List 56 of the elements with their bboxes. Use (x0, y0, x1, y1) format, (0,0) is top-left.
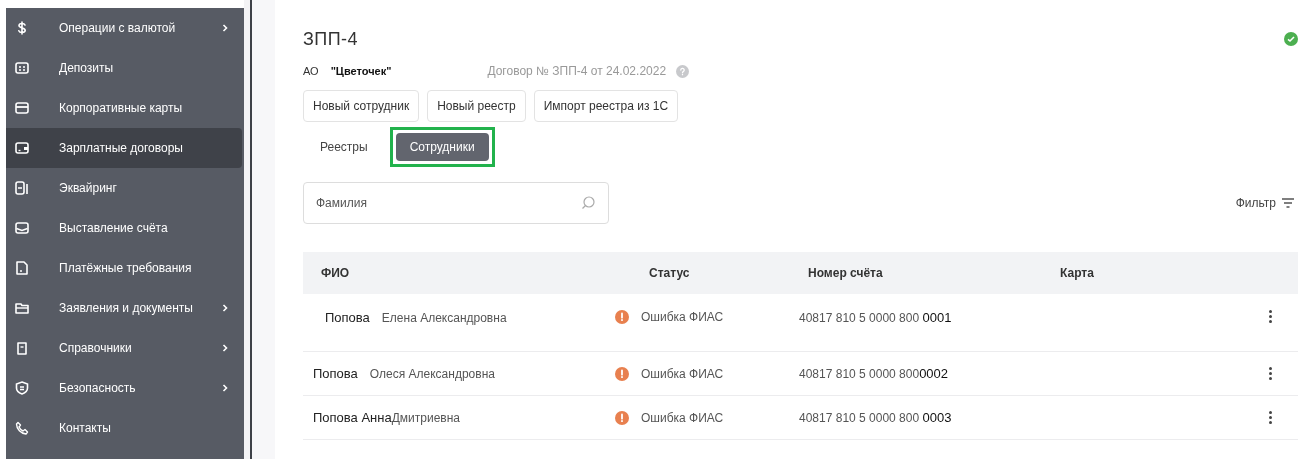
status-text: Ошибка ФИАС (641, 365, 724, 383)
folder-icon (15, 301, 29, 315)
error-icon (615, 366, 629, 381)
shield-icon (15, 381, 29, 395)
action-button[interactable]: Новый сотрудник (303, 90, 420, 122)
given-names-text: Елена Александровна (381, 310, 507, 327)
surname-text: Попова (325, 309, 370, 327)
page-title: ЗПП-4 (303, 27, 358, 51)
error-icon (615, 410, 629, 425)
terminal-icon (15, 181, 29, 195)
book-icon (15, 341, 29, 355)
surname-text: Попова (313, 364, 358, 383)
deposit-icon (15, 61, 29, 75)
tab[interactable]: Сотрудники (395, 133, 489, 161)
sidebar-item[interactable]: Корпоративные карты (6, 88, 242, 128)
sidebar-item[interactable]: Безопасность (6, 368, 242, 408)
sidebar-item[interactable]: Депозиты (6, 48, 242, 88)
org-type: АО (303, 63, 319, 79)
tab[interactable]: Реестры (306, 133, 382, 161)
column-header: Статус (649, 266, 690, 280)
sidebar-item[interactable]: Контакты (6, 408, 242, 448)
phone-icon (15, 421, 29, 435)
search-field[interactable]: Фамилия (303, 182, 609, 224)
sidebar-item[interactable]: Зарплатные договоры (6, 128, 242, 168)
given-names-text: Дмитриевна (391, 409, 461, 427)
filter-button[interactable]: Фильтр (1235, 194, 1294, 212)
card-icon (15, 101, 29, 115)
sidebar-item[interactable]: Платёжные требования (6, 248, 242, 288)
filter-icon (1282, 198, 1294, 208)
sidebar-item[interactable]: Эквайринг (6, 168, 242, 208)
dollar-icon (15, 21, 29, 35)
column-header: Номер счёта (808, 266, 883, 280)
contract-text: Договор № ЗПП-4 от 24.02.2022 (487, 63, 667, 80)
status-text: Ошибка ФИАС (641, 309, 724, 326)
column-header: ФИО (321, 266, 350, 280)
error-icon (615, 310, 629, 324)
more-menu-icon[interactable] (1267, 365, 1274, 382)
status-text: Ошибка ФИАС (641, 409, 724, 427)
sidebar-item[interactable]: Выставление счёта (6, 208, 242, 248)
sidebar-item[interactable]: Операции с валютой (6, 8, 242, 48)
org-name: "Цветочек" (330, 63, 392, 79)
column-header: Карта (1060, 266, 1094, 280)
sidebar-item[interactable]: Заявления и документы (6, 288, 242, 328)
document-icon (15, 261, 29, 275)
more-menu-icon[interactable] (1267, 409, 1274, 426)
account-number: 40817 810 5 0000 8000002 (799, 366, 949, 381)
wallet-icon (15, 141, 29, 155)
account-number: 40817 810 5 0000 800 0003 (799, 410, 952, 425)
account-number: 40817 810 5 0000 800 0001 (799, 311, 952, 325)
more-menu-icon[interactable] (1267, 308, 1274, 325)
action-button[interactable]: Импорт реестра из 1С (533, 90, 679, 122)
action-button[interactable]: Новый реестр (427, 90, 526, 122)
given-names-text: Олеся Александровна (369, 365, 495, 383)
surname-text: Попова Анна (313, 408, 392, 427)
envelope-icon (15, 221, 29, 235)
sidebar-item[interactable]: Справочники (6, 328, 242, 368)
